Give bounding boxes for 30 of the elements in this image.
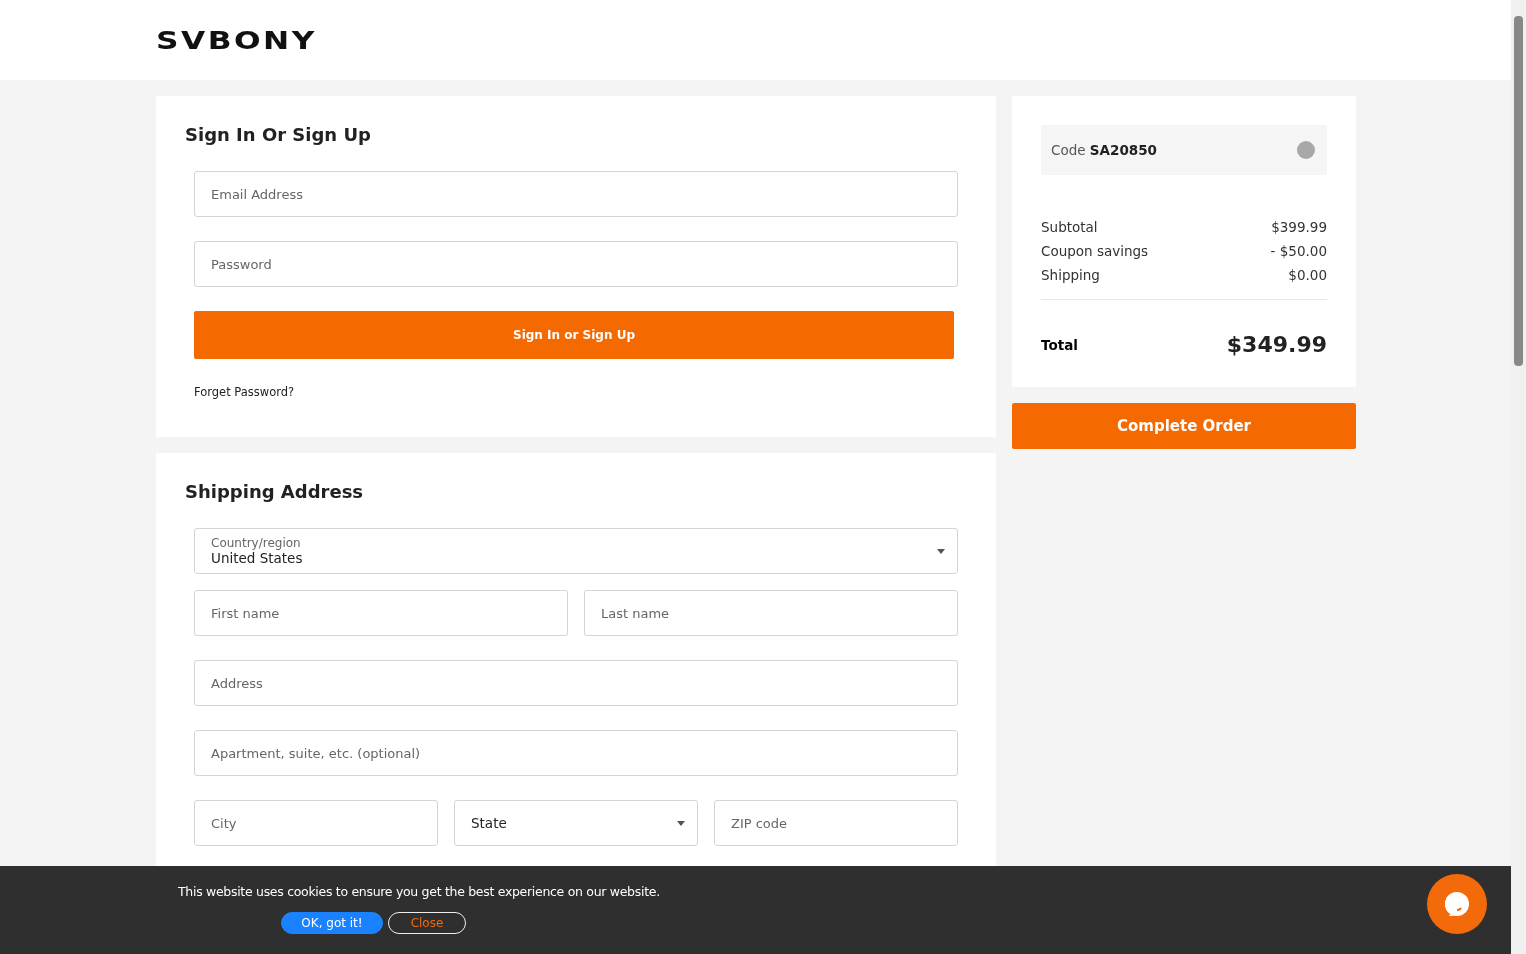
section-title: Shipping Address	[185, 481, 365, 502]
summary-value: $0.00	[1288, 267, 1327, 283]
zip-field[interactable]: ZIP code	[714, 800, 958, 846]
coupon-code-chip: Code SA20850	[1041, 125, 1327, 175]
section-title: Sign In Or Sign Up	[185, 124, 372, 145]
chat-bubble-icon	[1443, 890, 1471, 918]
remove-code-icon[interactable]	[1297, 141, 1315, 159]
accept-button[interactable]: OK, got it!	[281, 912, 383, 934]
cookie-message: This website uses cookies to ensure you get the best experience on our website.	[178, 884, 660, 899]
first-name-field[interactable]: First name	[194, 590, 568, 636]
last-name-field[interactable]: Last name	[584, 590, 958, 636]
email-field[interactable]: Email Address	[194, 171, 958, 217]
logo[interactable]: SVBONY	[156, 25, 317, 55]
total-label: Total	[1041, 336, 1078, 353]
address-field[interactable]: Address	[194, 660, 958, 706]
forgot-password-link[interactable]: Forget Password?	[194, 385, 295, 399]
summary-label: Subtotal	[1041, 219, 1098, 235]
summary-label: Coupon savings	[1041, 243, 1149, 259]
state-select[interactable]: State	[454, 800, 698, 846]
summary-label: Shipping	[1041, 267, 1100, 283]
summary-value: $399.99	[1271, 219, 1327, 235]
total-value: $349.99	[1226, 332, 1327, 357]
city-field[interactable]: City	[194, 800, 438, 846]
caret-icon	[677, 821, 685, 826]
password-field[interactable]: Password	[194, 241, 958, 287]
summary-value: - $50.00	[1270, 243, 1327, 259]
scrollbar[interactable]	[1511, 0, 1526, 954]
country-select[interactable]: Country/region United States	[194, 528, 958, 574]
caret-icon	[937, 549, 945, 554]
apartment-field[interactable]: Apartment, suite, etc. (optional)	[194, 730, 958, 776]
